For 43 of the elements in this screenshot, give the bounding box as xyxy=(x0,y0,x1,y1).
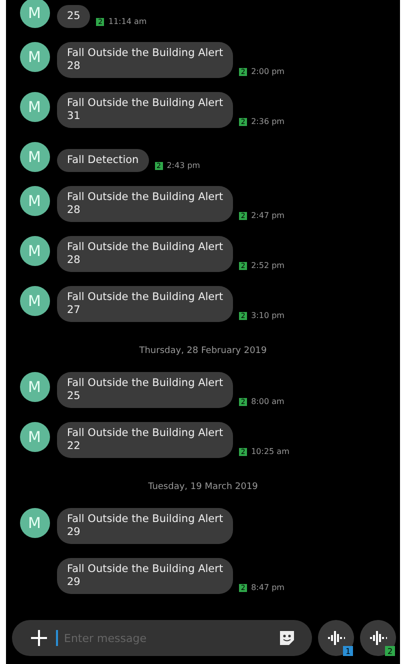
contact-avatar[interactable]: M xyxy=(20,236,50,266)
message-bubble: Fall Outside the Building Alert 28 xyxy=(57,236,234,272)
message-bubble: Fall Outside the Building Alert 31 xyxy=(57,92,234,128)
voice-send-button[interactable]: 1 xyxy=(318,620,354,656)
contact-avatar[interactable]: M xyxy=(20,508,50,538)
message-bubble: Fall Outside the Building Alert 29 xyxy=(57,508,234,544)
contact-avatar[interactable]: M xyxy=(20,422,50,452)
date-divider: Thursday, 28 February 2019 xyxy=(138,345,268,358)
message-time: 3:10 pm xyxy=(251,311,284,320)
contact-avatar[interactable]: M xyxy=(20,92,50,122)
contact-avatar[interactable]: M xyxy=(20,42,50,72)
message-time: 2:43 pm xyxy=(166,161,200,170)
message-time: 2:36 pm xyxy=(251,117,284,126)
message-bubble: Fall Outside the Building Alert 27 xyxy=(57,286,234,322)
message-bubble: Fall Outside the Building Alert 22 xyxy=(57,422,234,458)
contact-avatar[interactable]: M xyxy=(20,186,50,216)
contact-avatar[interactable]: M xyxy=(20,286,50,316)
message-time: 10:25 am xyxy=(251,447,290,456)
date-divider: Tuesday, 19 March 2019 xyxy=(147,481,259,494)
voice-send-button[interactable]: 2 xyxy=(360,620,396,656)
contact-avatar[interactable]: M xyxy=(20,0,50,28)
message-time: 2:00 pm xyxy=(251,67,284,76)
message-time: 2:47 pm xyxy=(251,211,284,220)
waveform-icon xyxy=(368,630,388,646)
message-time: 8:00 am xyxy=(251,397,284,406)
attach-button[interactable] xyxy=(12,620,52,656)
message-time: 11:14 am xyxy=(108,17,147,26)
message-bubble: Fall Detection xyxy=(57,149,149,172)
message-time: 2:52 pm xyxy=(251,261,284,270)
waveform-icon xyxy=(326,630,346,646)
sim-badge: 1 xyxy=(343,646,353,656)
sticker-button[interactable] xyxy=(272,620,312,656)
message-time: 8:47 pm xyxy=(251,583,284,592)
plus-icon xyxy=(30,629,48,647)
message-bubble: Fall Outside the Building Alert 29 xyxy=(57,558,234,594)
contact-avatar[interactable]: M xyxy=(20,142,50,172)
contact-avatar[interactable]: M xyxy=(20,372,50,402)
message-bubble: Fall Outside the Building Alert 25 xyxy=(57,372,234,408)
sim-badge: 2 xyxy=(385,646,395,656)
message-bubble: Fall Outside the Building Alert 28 xyxy=(57,42,234,78)
sticker-icon xyxy=(278,629,296,647)
message-bubble: 25 xyxy=(57,5,90,28)
message-bubble: Fall Outside the Building Alert 28 xyxy=(57,186,234,222)
